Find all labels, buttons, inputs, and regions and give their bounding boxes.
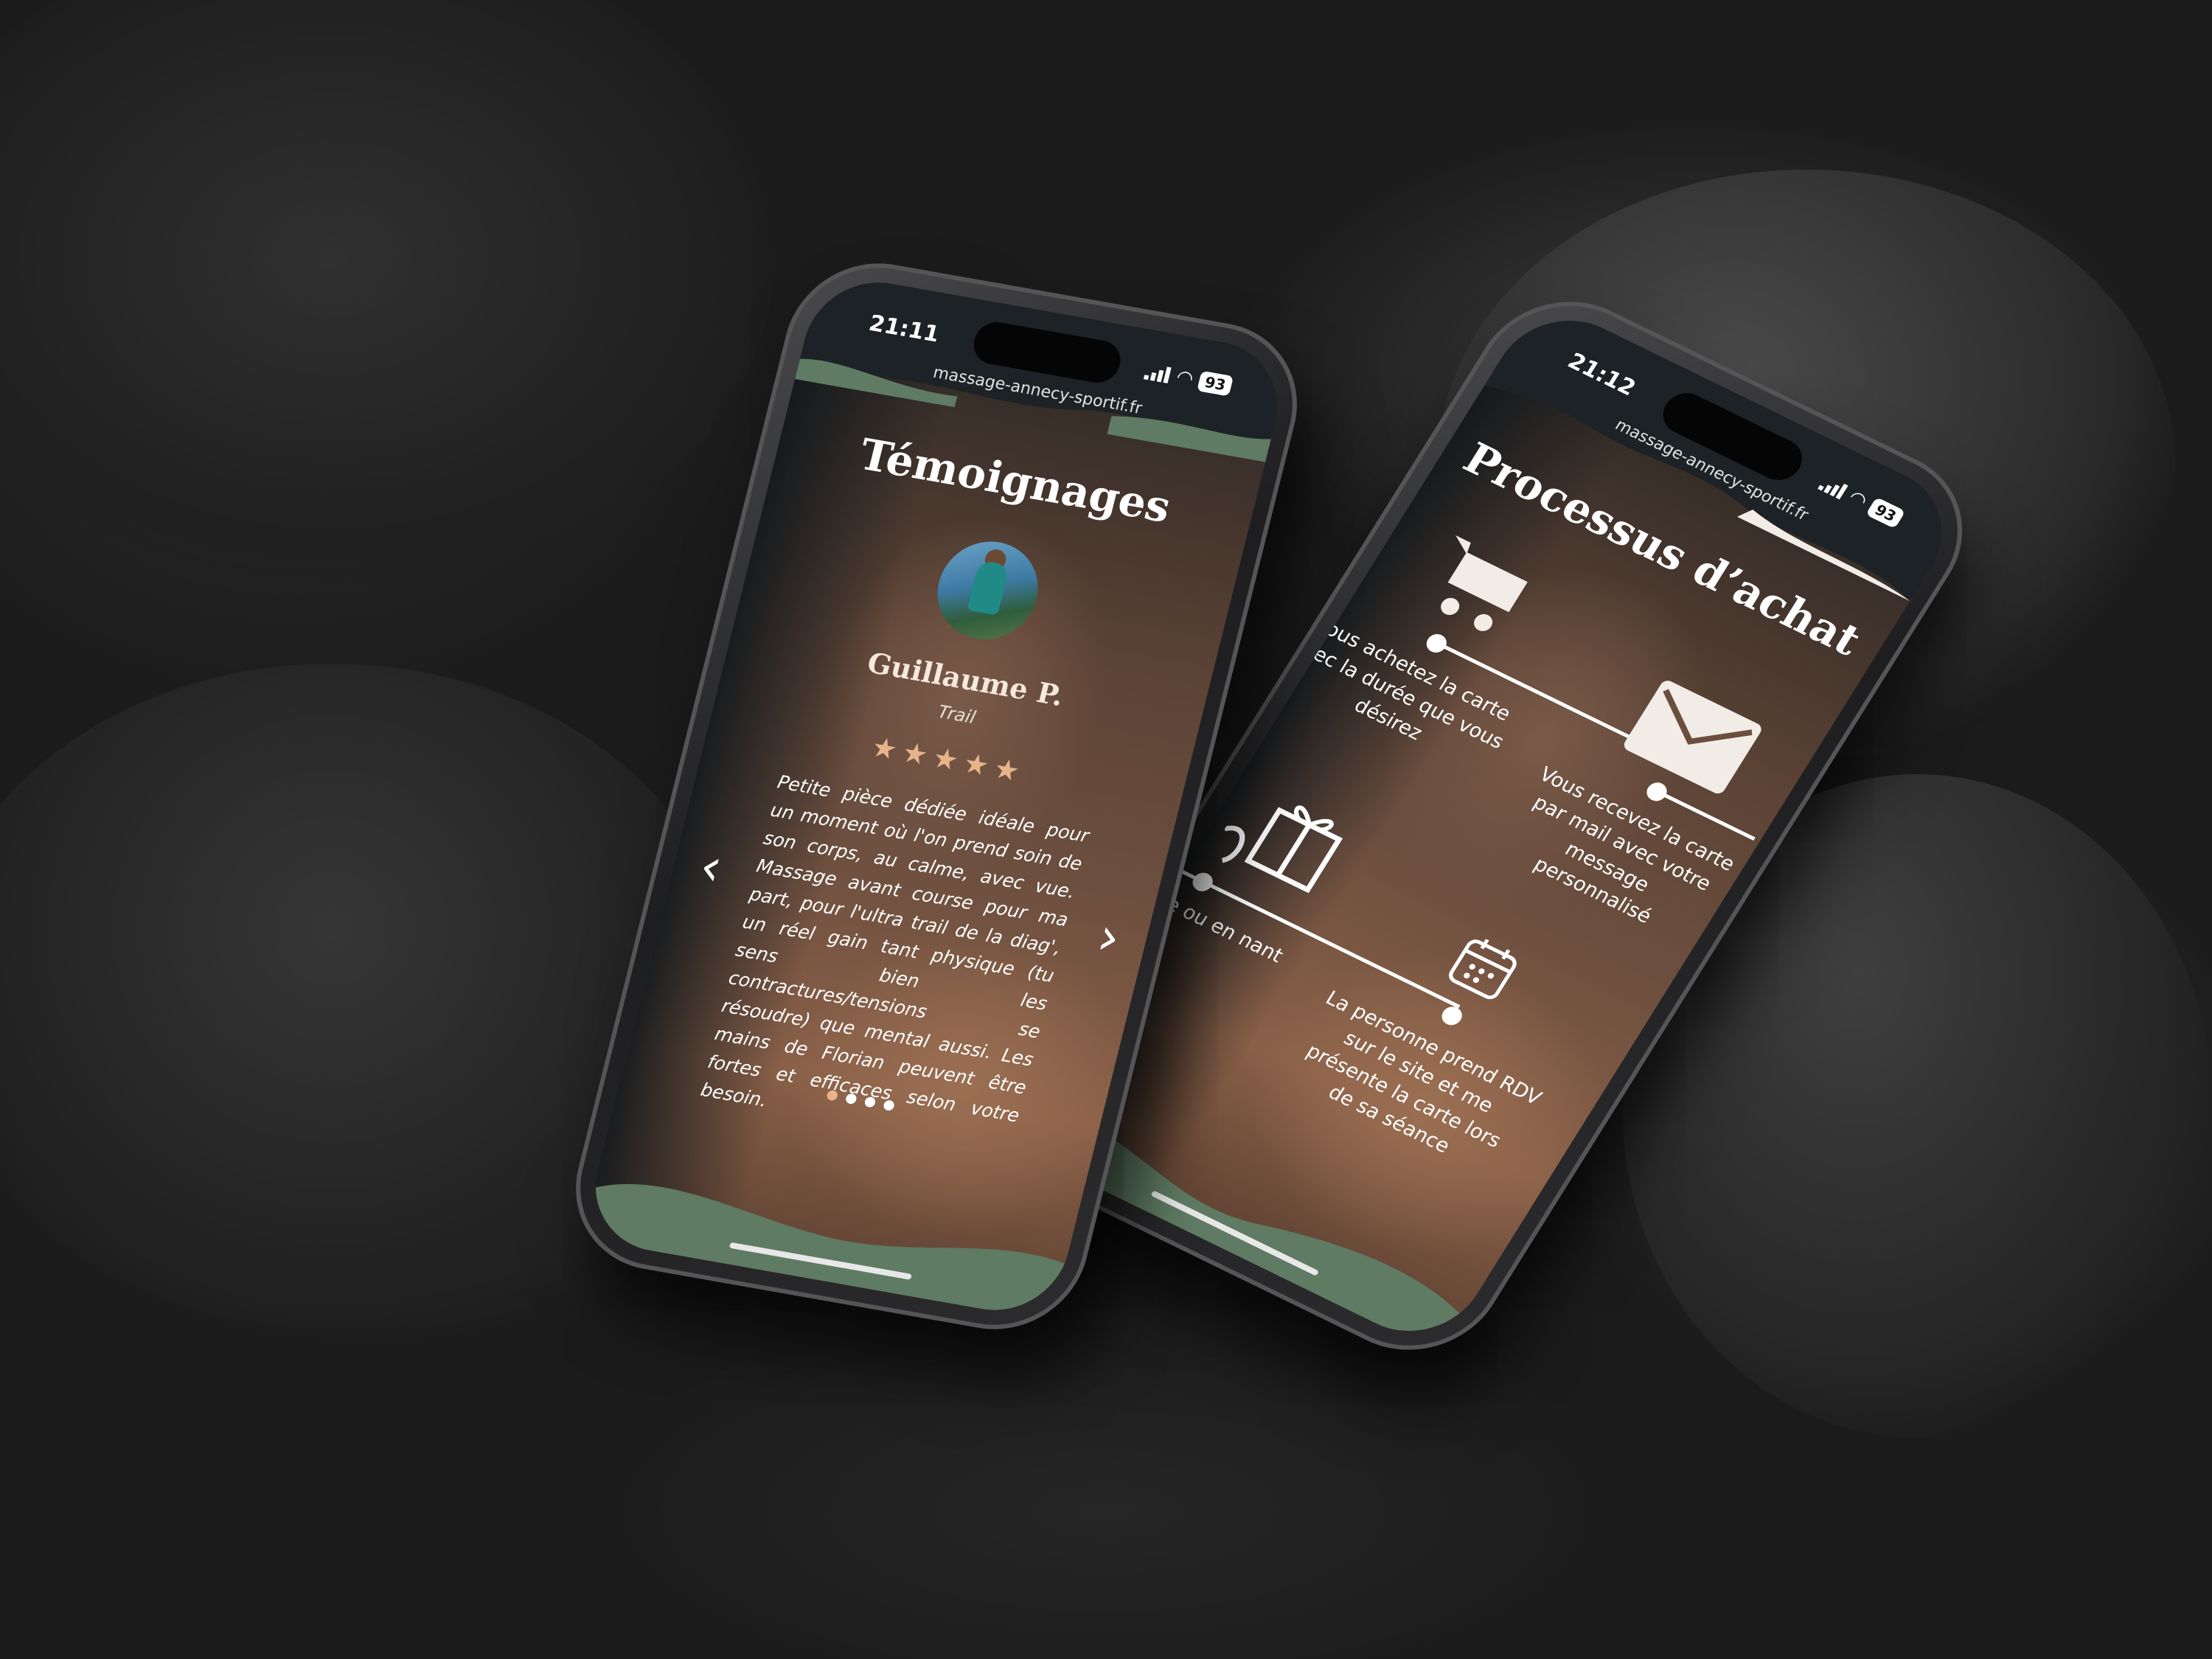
star-icon: ★ bbox=[990, 751, 1023, 788]
wifi-icon: ◠ bbox=[1845, 487, 1871, 512]
gift-icon bbox=[1221, 805, 1343, 894]
carousel-dot[interactable] bbox=[826, 1089, 839, 1102]
signal-icon bbox=[1818, 475, 1848, 500]
step-text: La personne prend RDV sur le site et me … bbox=[1302, 987, 1545, 1158]
carousel-dot[interactable] bbox=[863, 1096, 877, 1108]
star-icon: ★ bbox=[899, 735, 932, 772]
carousel-next-button[interactable]: › bbox=[1091, 905, 1126, 968]
star-icon: ★ bbox=[959, 746, 993, 783]
testimonial-text: Petite pièce dédiée idéale pour un momen… bbox=[698, 771, 1092, 1127]
star-icon: ★ bbox=[929, 741, 962, 777]
timeline-node bbox=[1438, 1004, 1466, 1029]
calendar-icon bbox=[1449, 939, 1517, 1000]
cart-icon bbox=[1441, 535, 1528, 631]
star-icon: ★ bbox=[868, 730, 901, 767]
rock bbox=[0, 0, 774, 590]
wifi-icon: ◠ bbox=[1175, 366, 1195, 391]
testimonial-avatar bbox=[927, 534, 1048, 647]
carousel-prev-button[interactable]: ‹ bbox=[694, 835, 728, 898]
carousel-dot[interactable] bbox=[882, 1099, 896, 1112]
carousel-dot[interactable] bbox=[844, 1093, 858, 1105]
envelope-icon bbox=[1624, 681, 1761, 794]
battery-badge: 93 bbox=[1197, 370, 1234, 397]
signal-icon bbox=[1144, 364, 1172, 383]
